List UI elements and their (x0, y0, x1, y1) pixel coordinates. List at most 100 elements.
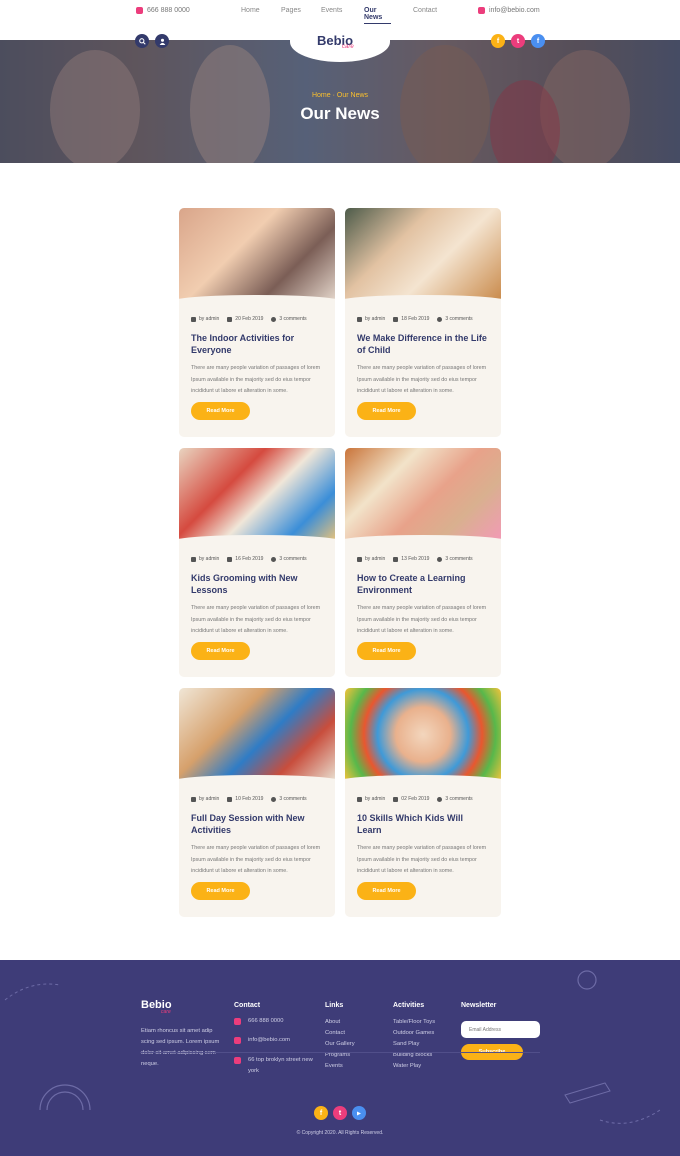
news-card-image[interactable] (345, 448, 501, 541)
read-more-button[interactable]: Read More (191, 402, 250, 420)
comments-text: 3 comments (279, 316, 307, 322)
post-date: 18 Feb 2019 (393, 316, 429, 322)
breadcrumb-current: Our News (336, 92, 369, 99)
footer-link-gallery[interactable]: Our Gallery (325, 1039, 355, 1050)
post-title[interactable]: The Indoor Activities for Everyone (191, 332, 323, 356)
footer-link-events[interactable]: Events (325, 1061, 355, 1072)
post-title[interactable]: Kids Grooming with New Lessons (191, 572, 323, 596)
facebook-icon: f (496, 37, 500, 45)
top-bar: 666 888 0000 Home Pages Events Our News … (0, 0, 680, 24)
breadcrumb-separator: · (332, 92, 335, 99)
post-date: 20 Feb 2019 (227, 316, 263, 322)
nav-our-news[interactable]: Our News (364, 7, 391, 24)
post-comments[interactable]: 3 comments (271, 316, 307, 322)
author-text: by admin (365, 796, 386, 802)
post-comments[interactable]: 3 comments (437, 316, 473, 322)
footer-link-about[interactable]: About (325, 1017, 355, 1028)
footer-links-list: About Contact Our Gallery Programs Event… (325, 1017, 355, 1072)
footer-twitter-button[interactable]: t (333, 1106, 347, 1120)
breadcrumb-home[interactable]: Home (312, 92, 331, 99)
search-button[interactable] (135, 34, 149, 48)
calendar-icon (393, 556, 399, 562)
post-title[interactable]: 10 Skills Which Kids Will Learn (357, 812, 489, 836)
site-logo[interactable]: Bebio care (317, 33, 354, 50)
pencil-icon (357, 316, 362, 322)
pencil-icon (191, 796, 196, 802)
post-author[interactable]: by admin (191, 556, 219, 562)
read-more-button[interactable]: Read More (357, 882, 416, 900)
footer-phone[interactable]: 666 888 0000 (248, 1016, 283, 1027)
facebook-button-2[interactable]: f (531, 34, 545, 48)
post-title[interactable]: We Make Difference in the Life of Child (357, 332, 489, 356)
news-card-image[interactable] (179, 208, 335, 301)
comment-icon (437, 556, 443, 562)
post-excerpt: There are many people variation of passa… (191, 845, 321, 874)
date-text: 13 Feb 2019 (401, 556, 430, 562)
news-card-image[interactable] (345, 688, 501, 781)
author-text: by admin (199, 316, 220, 322)
post-date: 13 Feb 2019 (393, 556, 429, 562)
header-phone[interactable]: 666 888 0000 (136, 7, 190, 14)
read-more-button[interactable]: Read More (191, 882, 250, 900)
facebook-button[interactable]: f (491, 34, 505, 48)
user-icon (159, 38, 165, 45)
footer-email[interactable]: info@bebio.com (248, 1035, 290, 1046)
post-meta: by admin 10 Feb 2019 3 comments (191, 796, 307, 802)
post-comments[interactable]: 3 comments (437, 556, 473, 562)
header-email[interactable]: info@bebio.com (478, 7, 540, 14)
calendar-icon (227, 556, 233, 562)
facebook-icon: f (536, 37, 540, 45)
footer-logo-subtext: care (161, 1009, 171, 1015)
post-meta: by admin 13 Feb 2019 3 comments (357, 556, 473, 562)
read-more-button[interactable]: Read More (191, 642, 250, 660)
date-text: 02 Feb 2019 (401, 796, 430, 802)
copyright: © Copyright 2020. All Rights Reserved. (296, 1130, 384, 1136)
footer-activity-item[interactable]: Sand Play (393, 1039, 435, 1050)
date-text: 10 Feb 2019 (235, 796, 264, 802)
news-card-image[interactable] (179, 448, 335, 541)
footer-link-contact[interactable]: Contact (325, 1028, 355, 1039)
facebook-icon: f (319, 1109, 323, 1117)
newsletter-email-input[interactable] (461, 1021, 540, 1038)
post-excerpt: There are many people variation of passa… (191, 365, 321, 394)
twitter-icon: t (338, 1109, 342, 1117)
footer-activity-item[interactable]: Water Play (393, 1061, 435, 1072)
post-author[interactable]: by admin (191, 796, 219, 802)
footer-facebook-button[interactable]: f (314, 1106, 328, 1120)
image-wave (345, 775, 501, 781)
footer-activity-item[interactable]: Outdoor Games (393, 1028, 435, 1039)
calendar-icon (393, 796, 399, 802)
read-more-button[interactable]: Read More (357, 402, 416, 420)
post-meta: by admin 18 Feb 2019 3 comments (357, 316, 473, 322)
post-author[interactable]: by admin (357, 796, 385, 802)
author-text: by admin (365, 556, 386, 562)
post-author[interactable]: by admin (357, 556, 385, 562)
post-comments[interactable]: 3 comments (271, 556, 307, 562)
post-title[interactable]: Full Day Session with New Activities (191, 812, 323, 836)
comments-text: 3 comments (445, 556, 473, 562)
post-comments[interactable]: 3 comments (271, 796, 307, 802)
footer-activities-list: Table/Floor Toys Outdoor Games Sand Play… (393, 1017, 435, 1072)
news-card-image[interactable] (345, 208, 501, 301)
location-icon (234, 1057, 241, 1064)
nav-events[interactable]: Events (321, 7, 343, 24)
twitter-button[interactable]: t (511, 34, 525, 48)
site-footer: Bebio care Etiam rhoncus sit amet adip s… (0, 960, 680, 1156)
read-more-button[interactable]: Read More (357, 642, 416, 660)
post-meta: by admin 16 Feb 2019 3 comments (191, 556, 307, 562)
footer-address: 66 top broklyn street new york (248, 1057, 313, 1074)
post-comments[interactable]: 3 comments (437, 796, 473, 802)
post-date: 02 Feb 2019 (393, 796, 429, 802)
nav-home[interactable]: Home (241, 7, 260, 24)
footer-youtube-button[interactable] (352, 1106, 366, 1120)
user-button[interactable] (155, 34, 169, 48)
nav-pages[interactable]: Pages (281, 7, 301, 24)
footer-activity-item[interactable]: Table/Floor Toys (393, 1017, 435, 1028)
news-card-image[interactable] (179, 688, 335, 781)
nav-contact[interactable]: Contact (413, 7, 437, 24)
post-title[interactable]: How to Create a Learning Environment (357, 572, 489, 596)
post-author[interactable]: by admin (357, 316, 385, 322)
twitter-icon: t (516, 37, 520, 45)
post-author[interactable]: by admin (191, 316, 219, 322)
footer-logo[interactable]: Bebio care (141, 999, 172, 1015)
